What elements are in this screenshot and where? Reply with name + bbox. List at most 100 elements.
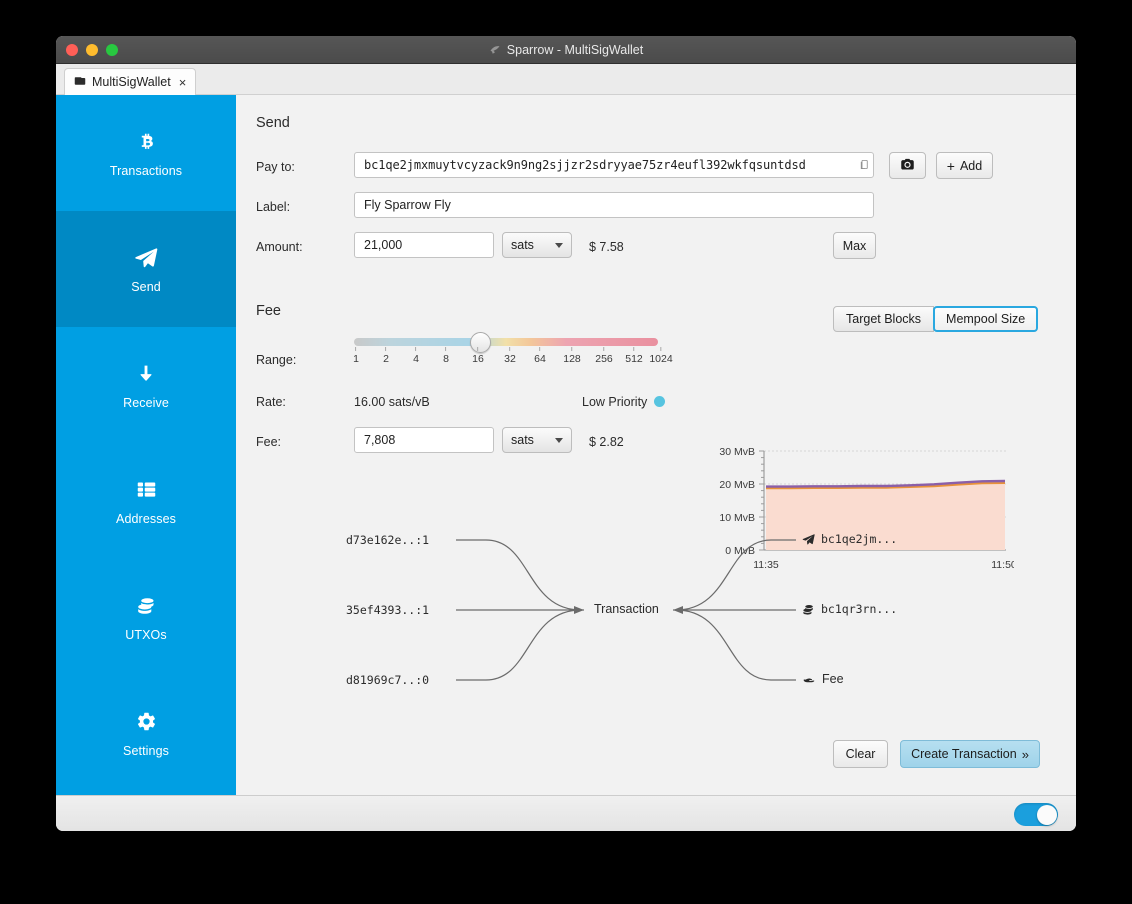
main-content: Send Pay to: bc1qe2jmxmuytvcyzack9n9ng2s…: [236, 95, 1076, 795]
tx-output-1[interactable]: bc1qr3rn...: [802, 602, 897, 616]
add-button-label: Add: [959, 158, 983, 173]
tx-center-node[interactable]: Transaction: [594, 602, 659, 616]
slider-tick: 512: [625, 347, 643, 365]
plus-icon: +: [946, 157, 955, 174]
sidebar-item-receive[interactable]: Receive: [56, 327, 236, 443]
payto-input[interactable]: bc1qe2jmxmuytvcyzack9n9ng2sjjzr2sdryyae7…: [354, 152, 874, 178]
close-button[interactable]: [66, 43, 78, 56]
zoom-button[interactable]: [106, 43, 118, 56]
tx-input-0[interactable]: d73e162e..:1: [346, 533, 429, 547]
transaction-diagram-svg: [456, 539, 796, 681]
fee-unit-value: sats: [511, 433, 534, 447]
payto-label: Pay to:: [256, 160, 295, 174]
camera-icon: [900, 157, 915, 175]
tx-output-2[interactable]: Fee: [802, 672, 844, 686]
chevron-down-icon: [555, 437, 563, 443]
fee-range-label: Range:: [256, 353, 297, 367]
window-titlebar: Sparrow - MultiSigWallet: [56, 36, 1076, 64]
slider-tick: 8: [443, 347, 449, 365]
paper-plane-icon: [134, 245, 158, 271]
create-transaction-button[interactable]: Create Transaction »: [900, 740, 1040, 768]
slider-tick: 32: [504, 347, 516, 365]
scan-qr-button[interactable]: [889, 152, 926, 179]
fee-range-slider[interactable]: 1 2 4 8 16 32 64 128 256 512 1024: [353, 332, 673, 373]
sidebar-item-label: Addresses: [116, 511, 176, 526]
slider-tick: 16: [472, 347, 484, 365]
window-title: Sparrow - MultiSigWallet: [506, 42, 644, 57]
tab-strip: MultiSigWallet ×: [56, 64, 1076, 95]
connection-toggle[interactable]: [1014, 803, 1058, 826]
slider-tick: 64: [534, 347, 546, 365]
slider-tick-labels: 1 2 4 8 16 32 64 128 256 512 1024: [353, 347, 673, 369]
label-input[interactable]: Fly Sparrow Fly: [354, 192, 874, 218]
screenshot-root: Sparrow - MultiSigWallet MultiSigWallet …: [0, 0, 1132, 904]
fee-fiat-value: $ 2.82: [589, 435, 624, 449]
segment-target-blocks[interactable]: Target Blocks: [833, 306, 935, 332]
bitcoin-icon: [136, 129, 157, 155]
sparrow-icon: [489, 44, 501, 56]
sidebar-item-send[interactable]: Send: [56, 211, 236, 327]
slider-tick: 256: [595, 347, 613, 365]
sidebar-item-label: Receive: [123, 395, 169, 410]
gear-icon: [136, 709, 157, 735]
sidebar: Transactions Send Receive Addresses UTXO…: [56, 95, 236, 795]
fee-amount-label: Fee:: [256, 435, 282, 449]
create-transaction-label: Create Transaction: [911, 747, 1017, 761]
traffic-light-group: [66, 43, 118, 56]
wallet-icon: [74, 75, 86, 90]
sidebar-item-settings[interactable]: Settings: [56, 675, 236, 791]
fee-amount-input[interactable]: 7,808: [354, 427, 494, 453]
slider-tick: 1: [353, 347, 359, 365]
fee-unit-select[interactable]: sats: [502, 427, 572, 453]
segment-mempool-size[interactable]: Mempool Size: [933, 306, 1039, 332]
tx-input-2[interactable]: d81969c7..:0: [346, 673, 429, 687]
chart-ytick-20: 20 MvB: [719, 479, 755, 491]
tab-multisigwallet[interactable]: MultiSigWallet ×: [64, 68, 197, 95]
minimize-button[interactable]: [86, 43, 98, 56]
fee-view-segmented-control: Target Blocks Mempool Size: [833, 306, 1039, 332]
arrow-in: [574, 606, 584, 614]
amount-unit-select[interactable]: sats: [502, 232, 572, 258]
amount-label: Amount:: [256, 240, 303, 254]
sidebar-item-utxos[interactable]: UTXOs: [56, 559, 236, 675]
coins-icon: [802, 603, 815, 616]
send-section-title: Send: [256, 115, 290, 131]
amount-fiat-value: $ 7.58: [589, 240, 624, 254]
max-amount-button[interactable]: Max: [833, 232, 876, 259]
chart-ytick-30: 30 MvB: [719, 446, 755, 458]
add-recipient-button[interactable]: + Add: [936, 152, 993, 179]
amount-input[interactable]: 21,000: [354, 232, 494, 258]
sidebar-item-label: Settings: [123, 743, 169, 758]
tab-close-icon[interactable]: ×: [179, 76, 187, 89]
application-window: Sparrow - MultiSigWallet MultiSigWallet …: [56, 36, 1076, 831]
slider-tick: 128: [563, 347, 581, 365]
sidebar-item-transactions[interactable]: Transactions: [56, 95, 236, 211]
sidebar-item-label: UTXOs: [125, 627, 167, 642]
double-chevron-right-icon: »: [1021, 746, 1029, 762]
fee-priority-indicator: [654, 396, 665, 407]
fee-hand-icon: [802, 673, 816, 685]
tx-input-1[interactable]: 35ef4393..:1: [346, 603, 429, 617]
paper-plane-icon: [802, 533, 815, 546]
fee-priority-label: Low Priority: [582, 395, 648, 409]
tx-output-label: Fee: [822, 672, 844, 686]
tab-label: MultiSigWallet: [92, 75, 171, 89]
sidebar-item-addresses[interactable]: Addresses: [56, 443, 236, 559]
clipboard-icon[interactable]: [859, 158, 871, 174]
status-bar: [56, 795, 1076, 831]
fee-rate-label: Rate:: [256, 395, 286, 409]
slider-tick: 4: [413, 347, 419, 365]
clear-button[interactable]: Clear: [833, 740, 888, 768]
slider-tick: 1024: [649, 347, 673, 365]
tx-output-0[interactable]: bc1qe2jm...: [802, 532, 897, 546]
slider-track[interactable]: [354, 338, 658, 346]
fee-section-title: Fee: [256, 303, 281, 319]
list-icon: [136, 477, 157, 503]
arrow-down-icon: [136, 361, 156, 387]
coins-icon: [136, 593, 157, 619]
amount-unit-value: sats: [511, 238, 534, 252]
transaction-diagram: d73e162e..:1 35ef4393..:1 d81969c7..:0 T…: [346, 520, 1026, 700]
tx-output-label: bc1qr3rn...: [821, 602, 898, 616]
window-title-container: Sparrow - MultiSigWallet: [56, 43, 1076, 57]
window-body: Transactions Send Receive Addresses UTXO…: [56, 95, 1076, 795]
